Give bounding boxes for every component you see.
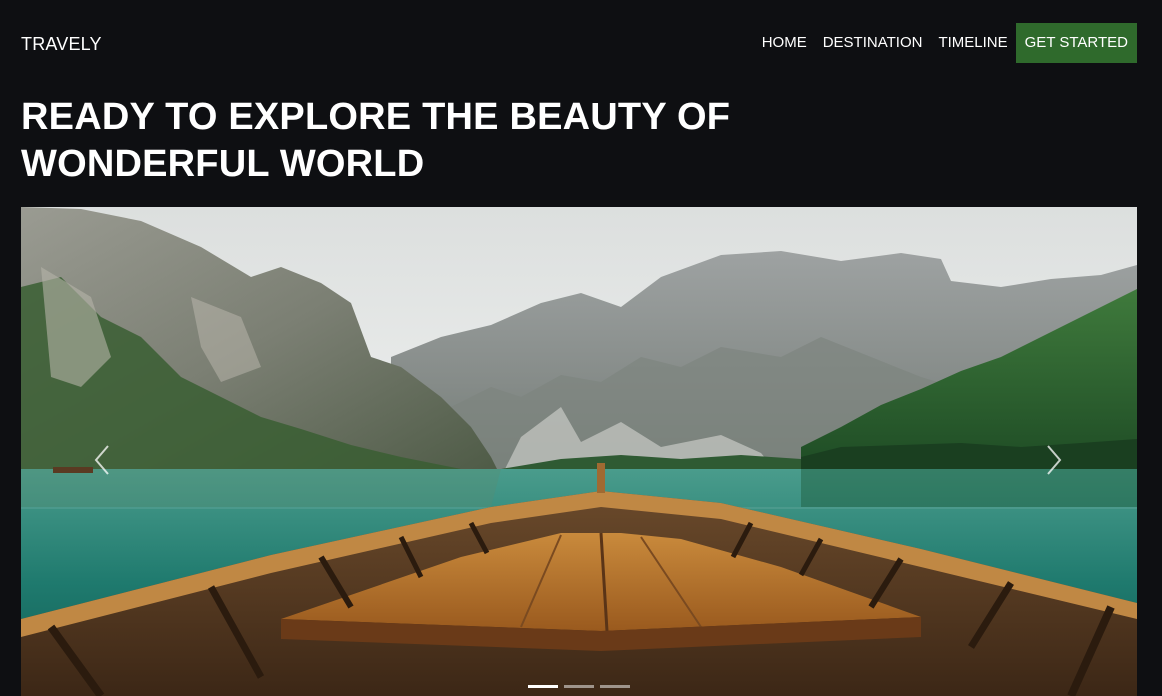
hero-headline-line1: READY TO EXPLORE THE BEAUTY OF: [21, 96, 731, 138]
navbar: TRAVELY HOME DESTINATION TIMELINE GET ST…: [0, 0, 1162, 86]
nav-link-home[interactable]: HOME: [754, 23, 815, 63]
get-started-button[interactable]: GET STARTED: [1015, 23, 1137, 63]
hero-headline: READY TO EXPLORE THE BEAUTY OF WONDERFUL…: [21, 94, 781, 188]
carousel-slide-image: [21, 207, 1137, 696]
nav-menu: HOME DESTINATION TIMELINE GET STARTED: [754, 23, 1137, 63]
nav-link-destination[interactable]: DESTINATION: [815, 23, 931, 63]
chevron-left-icon: [94, 445, 109, 475]
carousel-indicator-3[interactable]: [600, 685, 630, 688]
carousel-prev-button[interactable]: [88, 442, 118, 478]
nav-link-timeline[interactable]: TIMELINE: [930, 23, 1015, 63]
brand-logo[interactable]: TRAVELY: [21, 33, 102, 55]
carousel-indicator-2[interactable]: [564, 685, 594, 688]
hero-headline-line2: WONDERFUL WORLD: [21, 143, 425, 185]
carousel-indicators: [21, 685, 1137, 688]
hero-carousel: [21, 207, 1137, 696]
carousel-next-button[interactable]: [1038, 442, 1068, 478]
chevron-right-icon: [1047, 445, 1062, 475]
carousel-indicator-1[interactable]: [528, 685, 558, 688]
